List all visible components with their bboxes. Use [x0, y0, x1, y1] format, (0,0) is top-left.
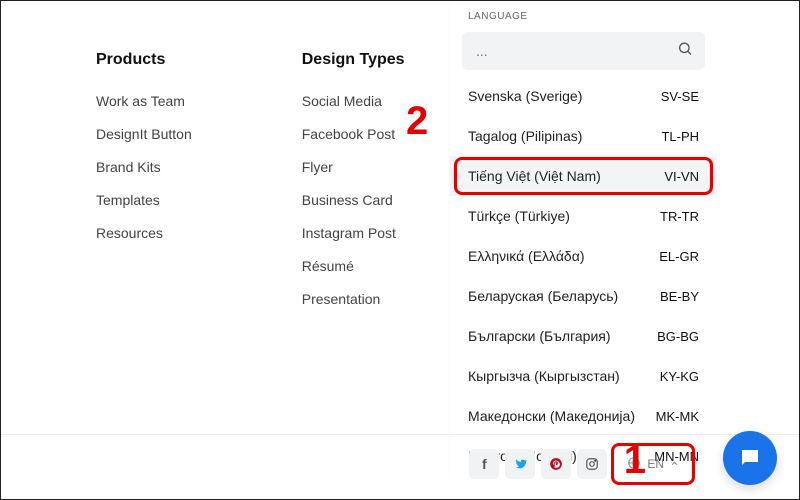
language-option[interactable]: Türkçe (Türkiye) TR-TR [450, 196, 717, 236]
pinterest-icon[interactable] [541, 449, 571, 479]
language-option[interactable]: Кыргызча (Кыргызстан) KY-KG [450, 356, 717, 396]
list-item[interactable]: Instagram Post [302, 225, 405, 241]
social-icons: f [469, 449, 607, 479]
list-item[interactable]: Facebook Post [302, 126, 405, 142]
language-option[interactable]: Tiếng Việt (Việt Nam) VI-VN [450, 156, 717, 196]
design-types-column: Design Types Social Media Facebook Post … [302, 51, 405, 324]
language-option[interactable]: Ελληνικά (Ελλάδα) EL-GR [450, 236, 717, 276]
chevron-up-icon [670, 457, 679, 471]
language-option[interactable]: Македонски (Македонија) MK-MK [450, 396, 717, 436]
language-code: SV-SE [661, 89, 699, 104]
list-item[interactable]: Flyer [302, 159, 405, 175]
list-item[interactable]: DesignIt Button [96, 126, 192, 142]
language-name: Svenska (Sverige) [468, 88, 582, 104]
facebook-icon[interactable]: f [469, 449, 499, 479]
list-item[interactable]: Social Media [302, 93, 405, 109]
language-code: VI-VN [664, 169, 699, 184]
language-code: TR-TR [660, 209, 699, 224]
products-title: Products [96, 51, 192, 69]
language-option[interactable]: Tagalog (Pilipinas) TL-PH [450, 116, 717, 156]
list-item[interactable]: Résumé [302, 258, 405, 274]
search-icon [677, 41, 693, 62]
language-panel: LANGUAGE Svenska (Sverige) SV-SE Tagalog (… [449, 1, 717, 476]
language-name: Ελληνικά (Ελλάδα) [468, 248, 584, 264]
products-column: Products Work as Team DesignIt Button Br… [96, 51, 192, 324]
language-name: Tiếng Việt (Việt Nam) [468, 168, 601, 184]
language-option[interactable]: Беларуская (Беларусь) BE-BY [450, 276, 717, 316]
language-option[interactable]: Svenska (Sverige) SV-SE [450, 76, 717, 116]
callout-number-2: 2 [406, 99, 428, 144]
design-types-list: Social Media Facebook Post Flyer Busines… [302, 93, 405, 307]
language-search-input[interactable] [462, 32, 705, 70]
language-code: EL-GR [659, 249, 699, 264]
callout-number-1: 1 [624, 438, 646, 483]
bottom-bar: f EN [1, 434, 799, 479]
twitter-icon[interactable] [505, 449, 535, 479]
list-item[interactable]: Resources [96, 225, 192, 241]
products-list: Work as Team DesignIt Button Brand Kits … [96, 93, 192, 241]
language-code: MK-MK [656, 409, 699, 424]
language-code: BG-BG [657, 329, 699, 344]
language-panel-title: LANGUAGE [450, 11, 717, 32]
list-item[interactable]: Templates [96, 192, 192, 208]
language-button-label: EN [647, 457, 664, 471]
language-search-wrap [462, 32, 705, 70]
chat-button[interactable] [723, 431, 777, 485]
list-item[interactable]: Business Card [302, 192, 405, 208]
language-name: Македонски (Македонија) [468, 408, 635, 424]
list-item[interactable]: Work as Team [96, 93, 192, 109]
list-item[interactable]: Presentation [302, 291, 405, 307]
instagram-icon[interactable] [577, 449, 607, 479]
design-types-title: Design Types [302, 51, 405, 69]
language-option[interactable]: Български (България) BG-BG [450, 316, 717, 356]
language-code: BE-BY [660, 289, 699, 304]
list-item[interactable]: Brand Kits [96, 159, 192, 175]
language-name: Беларуская (Беларусь) [468, 288, 618, 304]
language-code: TL-PH [661, 129, 699, 144]
language-code: KY-KG [660, 369, 699, 384]
language-list: Svenska (Sverige) SV-SE Tagalog (Pilipinas… [450, 76, 717, 476]
language-name: Кыргызча (Кыргызстан) [468, 368, 620, 384]
language-name: Türkçe (Türkiye) [468, 208, 570, 224]
language-name: Tagalog (Pilipinas) [468, 128, 582, 144]
language-name: Български (България) [468, 328, 611, 344]
